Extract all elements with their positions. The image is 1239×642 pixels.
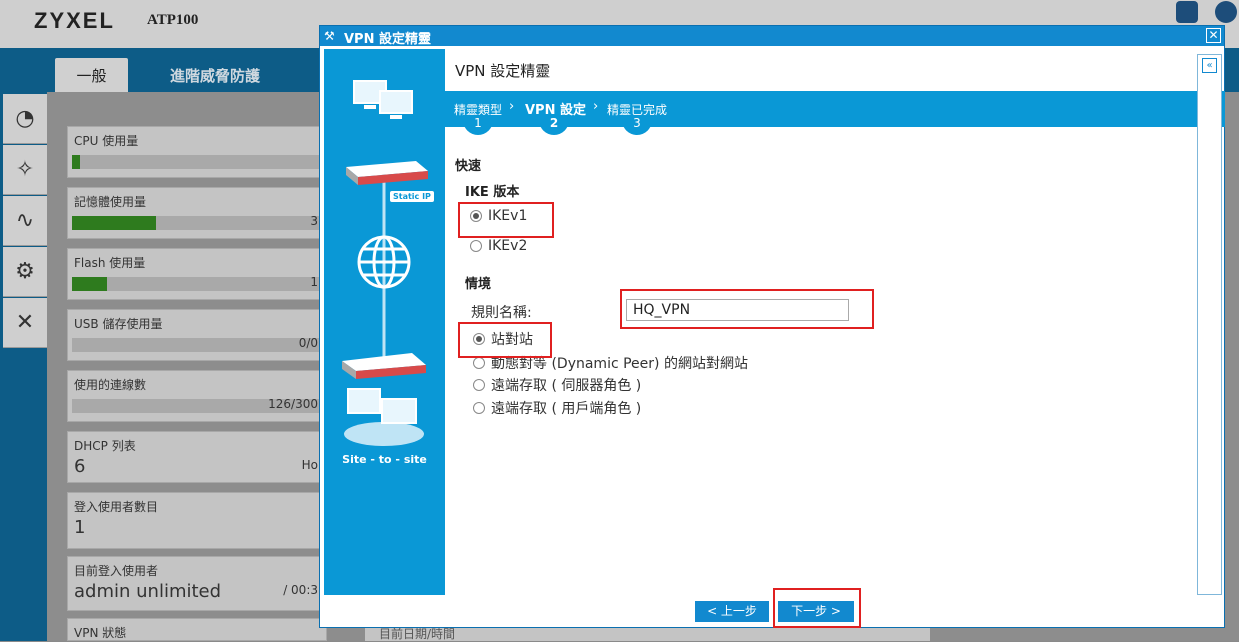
chevron-right-icon: › (593, 99, 599, 114)
login-count-label: 登入使用者數目 (74, 500, 159, 514)
previous-button[interactable]: < 上一步 (695, 601, 769, 622)
site-to-site-diagram (342, 80, 428, 446)
dhcp-suffix: Ho (301, 458, 318, 472)
memory-label: 記憶體使用量 (74, 195, 147, 209)
rule-name-label: 規則名稱: (471, 305, 532, 321)
current-user-value: admin unlimited (74, 581, 222, 602)
left-rail: ◔ ✧ ∿ ⚙ ✕ (0, 92, 47, 641)
cpu-bar-fill (72, 155, 80, 169)
memory-bar (72, 216, 327, 230)
scenario-remote-server[interactable]: 遠端存取 ( 伺服器角色 ) (473, 375, 641, 395)
device-model: ATP100 (147, 12, 199, 28)
sessions-widget: 使用的連線數 126/300 (67, 370, 327, 422)
sessions-value: 126/300 (268, 397, 318, 411)
vpn-wizard-dialog: ⚒ VPN 設定精靈 ✕ Static IP Site - to - site … (319, 25, 1225, 628)
computers-top-icon (353, 80, 413, 119)
collapse-icon[interactable]: « (1202, 58, 1217, 73)
current-user-suffix: / 00:3 (283, 583, 318, 597)
section-quick: 快速 (455, 159, 482, 174)
flash-bar-fill (72, 277, 107, 291)
memory-value: 3 (310, 214, 318, 228)
remote-client-label: 遠端存取 ( 用戶端角色 ) (491, 401, 642, 417)
memory-widget: 記憶體使用量 3 (67, 187, 327, 239)
tab-advanced-threat[interactable]: 進階威脅防護 (170, 58, 260, 92)
remote-server-label: 遠端存取 ( 伺服器角色 ) (491, 378, 642, 394)
usb-value: 0/0 (298, 336, 318, 350)
sessions-label: 使用的連線數 (74, 378, 147, 392)
vpn-status-widget: VPN 狀態 (67, 618, 327, 641)
wizard-illustration: Static IP Site - to - site (324, 49, 445, 595)
user-shield-icon[interactable] (1176, 1, 1198, 23)
radio-dynamic-peer[interactable] (473, 357, 485, 369)
cpu-bar (72, 155, 327, 169)
login-count-value: 1 (74, 517, 86, 538)
side-panel-strip: « (1197, 54, 1222, 595)
section-ike-version: IKE 版本 (465, 185, 520, 200)
usb-widget: USB 儲存使用量 0/0 (67, 309, 327, 361)
dhcp-label: DHCP 列表 (74, 439, 136, 453)
highlight-ikev1 (458, 202, 554, 238)
step-number-1: 1 (463, 115, 493, 135)
tools-icon: ⚒ (324, 29, 335, 43)
close-button[interactable]: ✕ (1206, 28, 1221, 43)
section-scenario: 情境 (465, 277, 492, 292)
dhcp-widget: DHCP 列表 6 Ho (67, 431, 327, 483)
wizard-icon[interactable]: ✧ (3, 145, 47, 195)
flash-label: Flash 使用量 (74, 256, 146, 270)
ikev2-label: IKEv2 (488, 238, 528, 254)
scenario-remote-client[interactable]: 遠端存取 ( 用戶端角色 ) (473, 398, 641, 418)
highlight-rule-name (620, 289, 874, 329)
dhcp-value: 6 (74, 456, 86, 477)
chevron-right-icon: › (509, 99, 515, 114)
current-user-widget: 目前登入使用者 admin unlimited / 00:3 (67, 556, 327, 611)
maintenance-icon[interactable]: ✕ (3, 298, 47, 348)
static-ip-badge: Static IP (390, 191, 434, 202)
computers-bottom-icon (344, 388, 424, 446)
illustration-caption: Site - to - site (342, 453, 427, 466)
dialog-titlebar: ⚒ VPN 設定精靈 ✕ (320, 26, 1224, 47)
radio-remote-client[interactable] (473, 402, 485, 414)
usb-bar (72, 338, 327, 352)
vpn-status-label: VPN 狀態 (74, 626, 127, 640)
flash-widget: Flash 使用量 1 (67, 248, 327, 300)
wizard-heading: VPN 設定精靈 (455, 62, 551, 80)
wizard-steps: 精靈類型 1 › VPN 設定 2 › 精靈已完成 3 (445, 91, 1225, 135)
ike-v2-option[interactable]: IKEv2 (470, 238, 527, 254)
tab-general[interactable]: 一般 (55, 58, 128, 92)
gear-icon[interactable]: ⚙ (3, 247, 47, 297)
memory-bar-fill (72, 216, 156, 230)
login-count-widget: 登入使用者數目 1 (67, 492, 327, 549)
usb-label: USB 儲存使用量 (74, 317, 163, 331)
monitor-icon[interactable]: ∿ (3, 196, 47, 246)
dashboard-icon[interactable]: ◔ (3, 94, 47, 144)
cpu-label: CPU 使用量 (74, 134, 139, 148)
radio-ikev2[interactable] (470, 240, 482, 252)
highlight-next-button (773, 588, 861, 628)
cpu-widget: CPU 使用量 (67, 126, 327, 178)
router-bottom-icon (342, 353, 426, 379)
radio-remote-server[interactable] (473, 379, 485, 391)
router-top-icon (346, 161, 428, 185)
dialog-title: VPN 設定精靈 (344, 32, 431, 47)
step-number-2: 2 (539, 115, 569, 135)
flash-value: 1 (310, 275, 318, 289)
flash-bar (72, 277, 327, 291)
console-icon[interactable] (1215, 1, 1237, 23)
highlight-site-to-site (458, 322, 552, 358)
brand-logo: ZYXEL (34, 8, 115, 33)
step-number-3: 3 (622, 115, 652, 135)
current-user-label: 目前登入使用者 (74, 564, 159, 578)
